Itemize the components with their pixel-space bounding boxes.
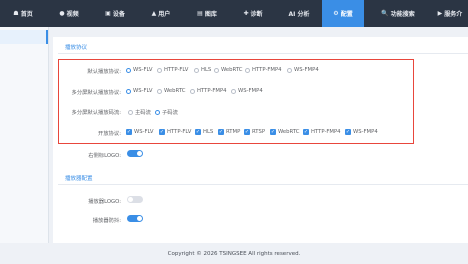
check-icon: ✓ bbox=[270, 129, 276, 135]
check-icon: ✓ bbox=[126, 129, 132, 135]
checkbox-http-flv[interactable]: ✓ HTTP-FLV bbox=[159, 129, 191, 135]
radio-dot bbox=[245, 67, 250, 73]
radio-multi-ws-fmp4[interactable]: WS-FMP4 bbox=[231, 88, 263, 94]
checkbox-rtsp[interactable]: ✓ RTSP bbox=[244, 129, 265, 135]
check-icon: ✓ bbox=[303, 129, 309, 135]
gear-icon: ⚙ bbox=[333, 10, 339, 17]
checkbox-http-fmp4[interactable]: ✓ HTTP-FMP4 bbox=[303, 129, 341, 135]
radio-dot bbox=[194, 67, 199, 73]
nav-gallery[interactable]: ▤ 图库 bbox=[184, 0, 230, 27]
radio-sub-stream[interactable]: 子码流 bbox=[155, 108, 178, 116]
radio-default-http-flv[interactable]: HTTP-FLV bbox=[157, 67, 188, 73]
section-title-player-config: 播放器配置 bbox=[65, 176, 93, 182]
radio-dot bbox=[231, 88, 236, 94]
default-protocol-label: 默认播放协议: bbox=[87, 69, 121, 75]
enabled-protocols-label: 开放协议: bbox=[98, 131, 121, 137]
nav-service-intro[interactable]: ▶ 服务介 bbox=[432, 0, 468, 27]
play-icon: ▶ bbox=[437, 10, 443, 17]
radio-default-ws-fmp4[interactable]: WS-FMP4 bbox=[287, 67, 319, 73]
nav-user[interactable]: ▲ 用户 bbox=[138, 0, 184, 27]
diagnose-icon: ✚ bbox=[243, 10, 249, 17]
radio-multi-webrtc[interactable]: WebRTC bbox=[157, 88, 185, 94]
check-icon: ✓ bbox=[345, 129, 351, 135]
section-divider bbox=[58, 53, 468, 54]
section-divider bbox=[58, 184, 468, 185]
checkbox-ws-fmp4[interactable]: ✓ WS-FMP4 bbox=[345, 129, 378, 135]
radio-dot bbox=[157, 88, 162, 94]
check-icon: ✓ bbox=[218, 129, 224, 135]
radio-dot bbox=[155, 109, 160, 115]
search-icon: 🔍 bbox=[381, 10, 389, 17]
user-icon: ▲ bbox=[151, 10, 157, 17]
player-shake-toggle[interactable] bbox=[127, 215, 143, 222]
sidebar-item-selected[interactable] bbox=[0, 30, 48, 44]
radio-default-http-fmp4[interactable]: HTTP-FMP4 bbox=[245, 67, 282, 73]
nav-diagnose[interactable]: ✚ 诊断 bbox=[230, 0, 276, 27]
check-icon: ✓ bbox=[244, 129, 250, 135]
logo-toggle[interactable] bbox=[127, 150, 143, 157]
radio-dot bbox=[128, 109, 133, 115]
video-icon: ● bbox=[59, 10, 65, 17]
logo-label: 右侧标LOGO: bbox=[88, 153, 121, 159]
footer-copyright: Copyright © 2026 TSINGSEE All rights res… bbox=[0, 243, 468, 264]
top-nav-bar: ☗ 首页 ● 视频 ▣ 设备 ▲ 用户 ▤ 图库 ✚ 诊断 AI 分析 ⚙ 配置 🔍 功能搜索 … bbox=[0, 0, 468, 27]
radio-dot bbox=[157, 67, 162, 73]
nav-video[interactable]: ● 视频 bbox=[46, 0, 92, 27]
multi-protocol-label: 多分屏默认播放协议: bbox=[71, 90, 121, 96]
device-icon: ▣ bbox=[105, 10, 111, 17]
radio-dot bbox=[190, 88, 195, 94]
radio-multi-ws-flv[interactable]: WS-FLV bbox=[126, 88, 153, 94]
player-logo-toggle[interactable] bbox=[127, 196, 143, 203]
nav-config[interactable]: ⚙ 配置 bbox=[322, 0, 364, 27]
radio-default-hls[interactable]: HLS bbox=[194, 67, 211, 73]
nav-ai-analysis[interactable]: AI 分析 bbox=[276, 0, 322, 27]
gallery-icon: ▤ bbox=[197, 10, 203, 17]
checkbox-webrtc[interactable]: ✓ WebRTC bbox=[270, 129, 299, 135]
multi-stream-label: 多分屏默认播放码流: bbox=[71, 110, 121, 116]
radio-main-stream[interactable]: 主码流 bbox=[128, 108, 151, 116]
home-icon: ☗ bbox=[13, 10, 19, 17]
checkbox-hls[interactable]: ✓ HLS bbox=[195, 129, 213, 135]
checkbox-rtmp[interactable]: ✓ RTMP bbox=[218, 129, 240, 135]
radio-default-webrtc[interactable]: WebRTC bbox=[214, 67, 242, 73]
checkbox-ws-flv[interactable]: ✓ WS-FLV bbox=[126, 129, 154, 135]
sidebar bbox=[0, 27, 49, 243]
check-icon: ✓ bbox=[195, 129, 201, 135]
radio-dot bbox=[126, 67, 131, 73]
section-title-playback-protocol: 播放协议 bbox=[65, 45, 88, 51]
radio-dot bbox=[214, 67, 219, 73]
nav-device[interactable]: ▣ 设备 bbox=[92, 0, 138, 27]
player-shake-label: 播放器防抖: bbox=[92, 218, 121, 224]
check-icon: ✓ bbox=[159, 129, 165, 135]
nav-home[interactable]: ☗ 首页 bbox=[0, 0, 46, 27]
nav-feature-search[interactable]: 🔍 功能搜索 bbox=[364, 0, 432, 27]
radio-dot bbox=[287, 67, 292, 73]
radio-multi-http-fmp4[interactable]: HTTP-FMP4 bbox=[190, 88, 227, 94]
radio-default-ws-flv[interactable]: WS-FLV bbox=[126, 67, 153, 73]
radio-dot bbox=[126, 88, 131, 94]
player-logo-label: 播放器LOGO: bbox=[88, 199, 121, 205]
